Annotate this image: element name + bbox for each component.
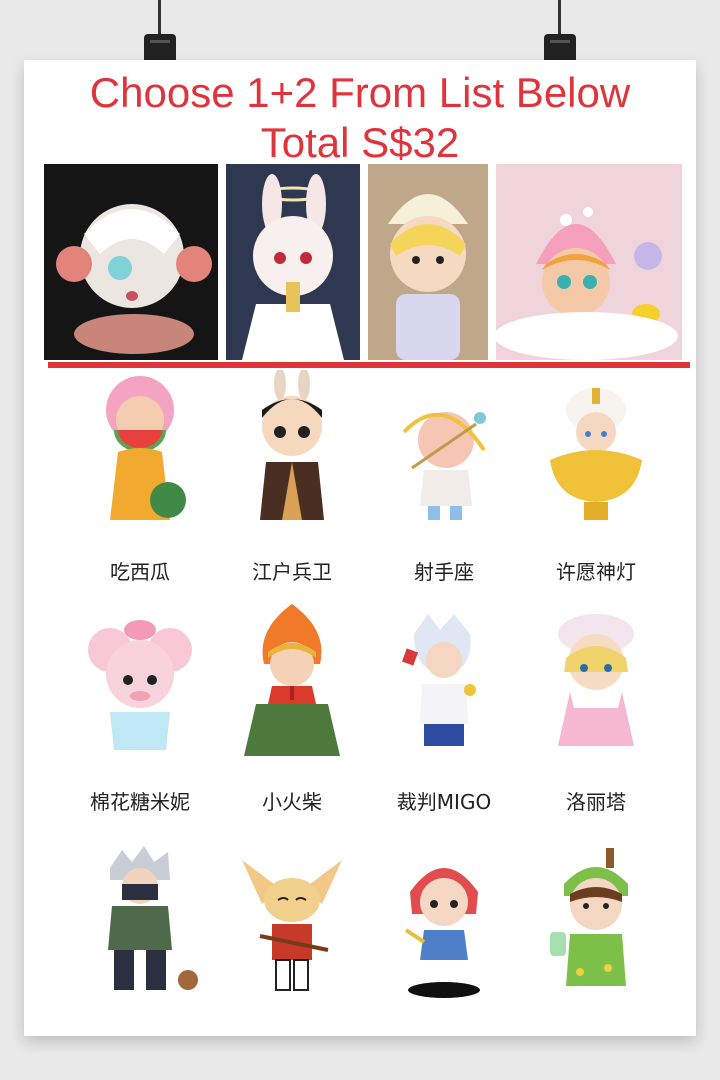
banner-photos [44,164,684,360]
figure-image [260,370,324,520]
figure-image [550,848,628,986]
figure-image [558,614,634,746]
figure-card[interactable]: 江户兵卫 [208,370,376,610]
figure-image [550,388,642,520]
headline-line-2: Total S$32 [260,119,460,166]
figure-label: 江户兵卫 [252,560,332,584]
figure-card[interactable]: 射手座 [360,370,528,610]
figure-label: 射手座 [414,560,474,584]
figure-label: 许愿神灯 [556,560,636,584]
figure-label: 吃西瓜 [110,560,170,584]
headline: Choose 1+2 From List Below Total S$32 [24,68,696,168]
figure-image [401,614,476,746]
figure-image [404,868,480,998]
figure-card[interactable]: 许愿神灯 [512,370,680,610]
figure-image [88,620,192,750]
figure-card[interactable] [56,840,224,1080]
banner-photo-3 [368,164,488,360]
figure-card[interactable]: 裁判MIGO [360,600,528,840]
divider-line [48,362,690,368]
figure-label: 小火柴 [262,790,322,814]
banner-photo-1 [44,164,218,360]
figure-card[interactable]: 小火柴 [208,600,376,840]
figure-image [244,604,340,756]
banner-photo-2 [226,164,360,360]
figure-image [402,412,486,520]
figure-card[interactable]: 棉花糖米妮 [56,600,224,840]
figure-image [242,860,342,991]
figure-card[interactable]: 洛丽塔 [512,600,680,840]
figure-label: 洛丽塔 [566,790,626,814]
banner-photo-4 [496,164,682,360]
figure-card[interactable] [208,840,376,1080]
figure-image [108,846,198,990]
figure-card[interactable]: 吃西瓜 [56,370,224,610]
figure-card[interactable] [360,840,528,1080]
figure-card[interactable] [512,840,680,1080]
headline-line-1: Choose 1+2 From List Below [89,69,631,116]
figure-label: 棉花糖米妮 [90,790,190,814]
figure-image [106,376,186,520]
figure-label: 裁判MIGO [396,790,492,814]
poster: Choose 1+2 From List Below Total S$32 吃西… [24,60,696,1036]
